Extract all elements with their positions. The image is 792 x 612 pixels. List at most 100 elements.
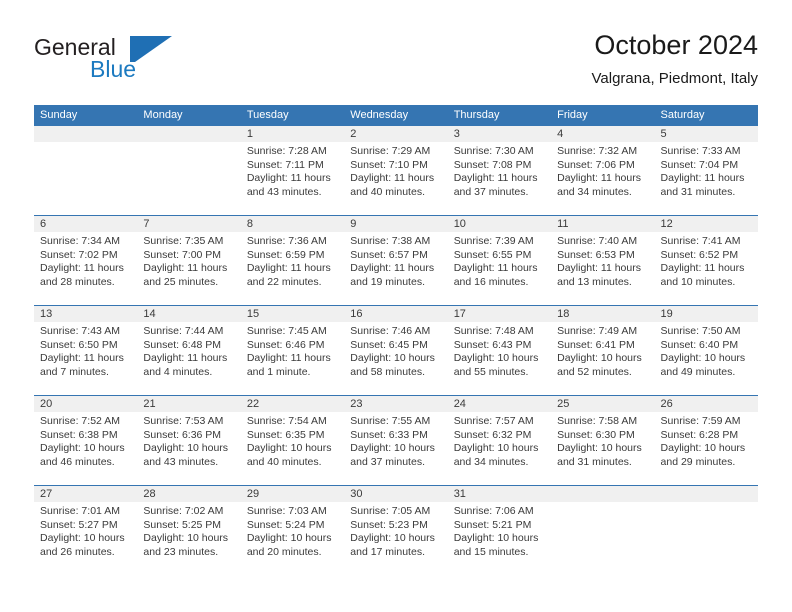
day-cell[interactable]: Sunrise: 7:44 AM Sunset: 6:48 PM Daylight:… (137, 322, 240, 395)
day-cell[interactable]: Sunrise: 7:41 AM Sunset: 6:52 PM Daylight:… (655, 232, 758, 305)
day-cell[interactable]: Sunrise: 7:53 AM Sunset: 6:36 PM Daylight:… (137, 412, 240, 485)
day-number[interactable]: 18 (551, 306, 654, 322)
day-number[interactable]: 16 (344, 306, 447, 322)
day-detail-line: Sunset: 7:04 PM (660, 158, 739, 171)
day-cell[interactable]: Sunrise: 7:46 AM Sunset: 6:45 PM Daylight:… (344, 322, 447, 395)
day-detail-line: Sunset: 7:06 PM (557, 158, 635, 171)
day-number-band: 27 28 29 30 31 (34, 486, 758, 502)
day-cell[interactable]: Sunrise: 7:59 AM Sunset: 6:28 PM Daylight:… (655, 412, 758, 485)
day-detail-line: and 55 minutes. (453, 365, 529, 378)
day-number-band: 12345 (34, 126, 758, 142)
day-number[interactable]: 19 (655, 306, 758, 322)
day-detail-band: Sunrise: 7:01 AM Sunset: 5:27 PM Daylight:… (34, 502, 758, 575)
day-detail-line: Sunrise: 7:49 AM (557, 325, 638, 337)
day-detail-line: Sunrise: 7:34 AM (40, 235, 120, 247)
day-cell[interactable]: Sunrise: 7:38 AM Sunset: 6:57 PM Daylight:… (344, 232, 447, 305)
day-number[interactable]: 7 (137, 216, 240, 232)
day-cell[interactable]: Sunrise: 7:52 AM Sunset: 6:38 PM Daylight:… (34, 412, 137, 485)
day-detail-line: Sunset: 6:36 PM (143, 428, 222, 441)
day-number[interactable]: 24 (448, 396, 551, 412)
day-number[interactable]: 22 (241, 396, 344, 412)
day-cell[interactable]: Sunrise: 7:58 AM Sunset: 6:30 PM Daylight:… (551, 412, 654, 485)
day-number[interactable]: 1 (241, 126, 344, 142)
day-number[interactable]: 27 (34, 486, 137, 502)
day-number[interactable]: 12 (655, 216, 758, 232)
day-number[interactable]: 4 (551, 126, 654, 142)
day-number[interactable]: 29 (241, 486, 344, 502)
day-number[interactable]: 14 (137, 306, 240, 322)
day-cell[interactable]: Sunrise: 7:45 AM Sunset: 6:46 PM Daylight:… (241, 322, 344, 395)
day-cell[interactable]: Sunrise: 7:30 AM Sunset: 7:08 PM Daylight:… (448, 142, 551, 215)
day-cell[interactable]: Sunrise: 7:34 AM Sunset: 7:02 PM Daylight:… (34, 232, 137, 305)
day-detail-line: Sunrise: 7:03 AM (246, 505, 327, 517)
day-number[interactable]: 28 (137, 486, 240, 502)
day-number[interactable]: 20 (34, 396, 137, 412)
day-detail-line: Sunrise: 7:01 AM (40, 505, 120, 517)
day-detail-line: Sunset: 6:59 PM (246, 248, 325, 261)
day-detail-line: Sunrise: 7:32 AM (557, 145, 638, 157)
day-detail-line: Sunset: 7:02 PM (40, 248, 118, 261)
day-number[interactable]: 2 (344, 126, 447, 142)
day-detail-line: Sunset: 6:52 PM (660, 248, 739, 261)
day-number[interactable]: 11 (551, 216, 654, 232)
day-number[interactable]: 30 (344, 486, 447, 502)
day-detail-line: Sunset: 5:23 PM (350, 518, 428, 531)
day-number[interactable]: 9 (344, 216, 447, 232)
day-cell[interactable]: Sunrise: 7:01 AM Sunset: 5:27 PM Daylight:… (34, 502, 137, 575)
day-cell[interactable]: Sunrise: 7:06 AM Sunset: 5:21 PM Daylight:… (448, 502, 551, 575)
day-cell[interactable]: Sunrise: 7:03 AM Sunset: 5:24 PM Daylight:… (241, 502, 344, 575)
day-detail-line: and 49 minutes. (660, 365, 736, 378)
day-number[interactable]: 21 (137, 396, 240, 412)
day-cell[interactable]: Sunrise: 7:54 AM Sunset: 6:35 PM Daylight:… (241, 412, 344, 485)
calendar-week-row: 20 21 22 23 24 25 26 Sunrise: 7:52 AM Sunset: 6:… (34, 395, 758, 485)
day-number[interactable]: 25 (551, 396, 654, 412)
day-detail-line: Sunset: 5:24 PM (246, 518, 325, 531)
day-cell[interactable]: Sunrise: 7:35 AM Sunset: 7:00 PM Daylight:… (137, 232, 240, 305)
day-cell[interactable]: Sunrise: 7:29 AM Sunset: 7:10 PM Daylight:… (344, 142, 447, 215)
day-number[interactable]: 15 (241, 306, 344, 322)
day-cell-empty (655, 502, 758, 575)
day-cell[interactable]: Sunrise: 7:39 AM Sunset: 6:55 PM Daylight:… (448, 232, 551, 305)
day-number[interactable]: 5 (655, 126, 758, 142)
day-detail-line: Daylight: 10 hours (557, 442, 642, 455)
day-detail-line: Sunrise: 7:59 AM (660, 415, 741, 427)
day-detail-line: Sunset: 6:28 PM (660, 428, 739, 441)
day-cell[interactable]: Sunrise: 7:57 AM Sunset: 6:32 PM Daylight:… (448, 412, 551, 485)
day-detail-line: and 34 minutes. (453, 455, 529, 468)
day-cell[interactable]: Sunrise: 7:36 AM Sunset: 6:59 PM Daylight:… (241, 232, 344, 305)
day-detail-line: and 4 minutes. (143, 365, 213, 378)
day-cell[interactable]: Sunrise: 7:28 AM Sunset: 7:11 PM Daylight:… (241, 142, 344, 215)
day-cell[interactable]: Sunrise: 7:49 AM Sunset: 6:41 PM Daylight:… (551, 322, 654, 395)
day-detail-line: Daylight: 11 hours (453, 262, 538, 275)
day-cell[interactable]: Sunrise: 7:05 AM Sunset: 5:23 PM Daylight:… (344, 502, 447, 575)
day-detail-line: Sunrise: 7:41 AM (660, 235, 741, 247)
day-cell[interactable]: Sunrise: 7:32 AM Sunset: 7:06 PM Daylight:… (551, 142, 654, 215)
day-number[interactable]: 3 (448, 126, 551, 142)
day-number[interactable]: 23 (344, 396, 447, 412)
day-detail-line: Daylight: 10 hours (40, 532, 125, 545)
day-detail-line: and 19 minutes. (350, 275, 425, 288)
day-cell[interactable]: Sunrise: 7:33 AM Sunset: 7:04 PM Daylight:… (655, 142, 758, 215)
day-cell[interactable]: Sunrise: 7:43 AM Sunset: 6:50 PM Daylight:… (34, 322, 137, 395)
day-detail-line: and 26 minutes. (40, 545, 115, 558)
day-cell[interactable]: Sunrise: 7:40 AM Sunset: 6:53 PM Daylight:… (551, 232, 654, 305)
day-detail-line: and 31 minutes. (557, 455, 632, 468)
day-number[interactable]: 6 (34, 216, 137, 232)
day-cell[interactable]: Sunrise: 7:55 AM Sunset: 6:33 PM Daylight:… (344, 412, 447, 485)
day-number[interactable]: 26 (655, 396, 758, 412)
day-number[interactable]: 17 (448, 306, 551, 322)
day-number-band: 6 7 8 9 10 11 12 (34, 216, 758, 232)
day-number[interactable]: 10 (448, 216, 551, 232)
day-detail-line: Sunset: 6:35 PM (246, 428, 325, 441)
day-number[interactable]: 8 (241, 216, 344, 232)
day-detail-line: Sunrise: 7:40 AM (557, 235, 638, 247)
day-cell[interactable]: Sunrise: 7:48 AM Sunset: 6:43 PM Daylight:… (448, 322, 551, 395)
day-detail-line: Daylight: 10 hours (453, 442, 539, 455)
day-number[interactable]: 13 (34, 306, 137, 322)
day-number[interactable]: 31 (448, 486, 551, 502)
day-cell[interactable]: Sunrise: 7:02 AM Sunset: 5:25 PM Daylight:… (137, 502, 240, 575)
day-detail-line: Daylight: 10 hours (453, 532, 539, 545)
day-cell[interactable]: Sunrise: 7:50 AM Sunset: 6:40 PM Daylight:… (655, 322, 758, 395)
day-detail-line: and 1 minute. (246, 365, 311, 378)
calendar-week-row: 6 7 8 9 10 11 12 Sunrise: 7:34 AM Sunset: 7:02 P… (34, 215, 758, 305)
